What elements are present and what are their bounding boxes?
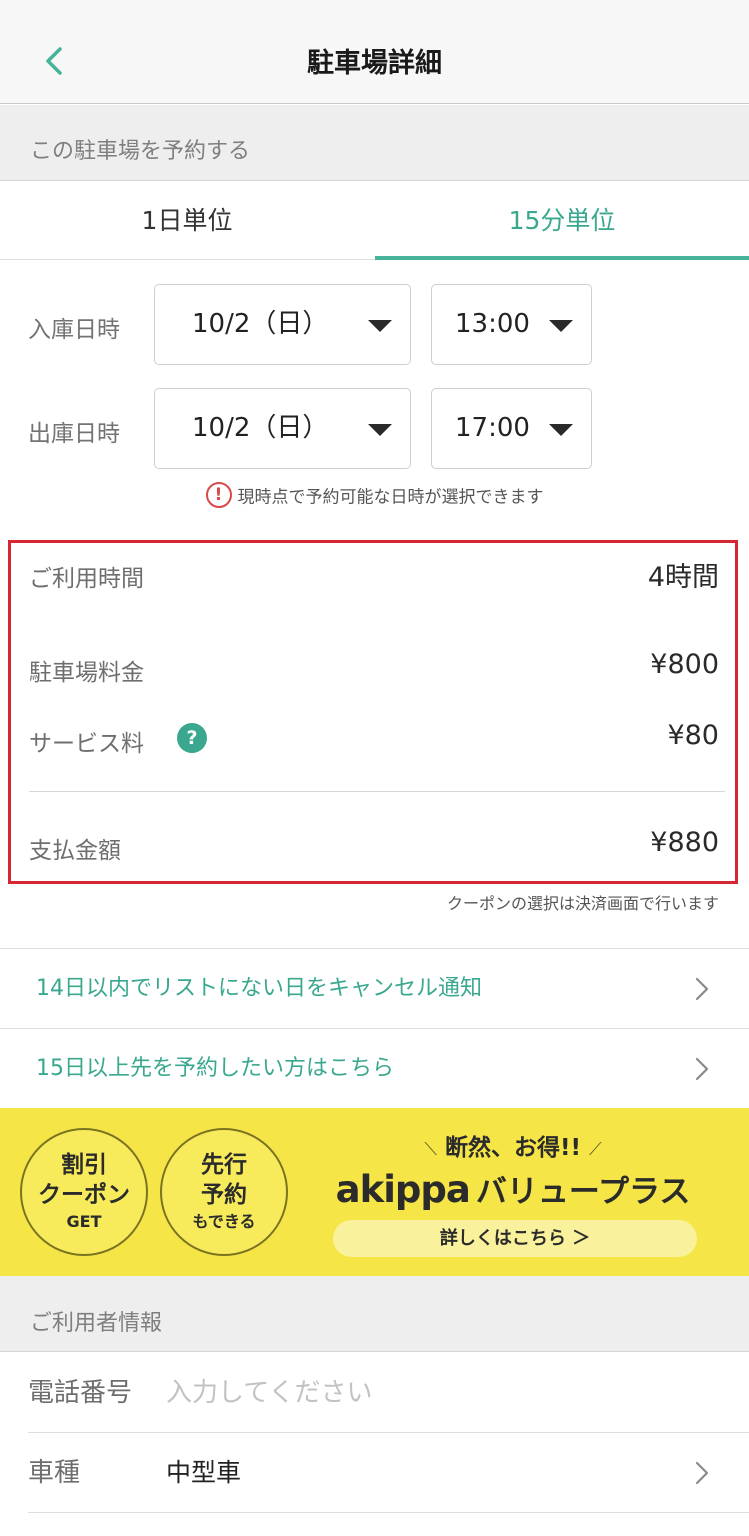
chevron-left-icon: [46, 47, 62, 75]
fee-divider: [29, 791, 725, 792]
badge-line: 先行: [201, 1152, 247, 1178]
page-title: 駐車場詳細: [307, 48, 442, 79]
tab-15min[interactable]: 15分単位: [375, 182, 749, 260]
availability-notice: ! 現時点で予約可能な日時が選択できます: [0, 482, 749, 516]
brand-logo: akippa: [335, 1168, 471, 1211]
warning-icon: !: [205, 482, 232, 508]
entry-time-select[interactable]: 13:00: [431, 284, 592, 365]
advance-reserve-link-label: 15日以上先を予約したい方はこちら: [36, 1056, 394, 1081]
sparkle-icon: ⟍: [424, 1139, 437, 1160]
phone-label: 電話番号: [28, 1378, 133, 1408]
exit-date-value: 10/2（日）: [192, 413, 329, 443]
badge-line: GET: [66, 1212, 102, 1231]
car-type-row[interactable]: 車種 中型車: [28, 1433, 749, 1513]
advance-reserve-badge: 先行 予約 もできる: [160, 1128, 288, 1256]
chevron-right-icon: [695, 977, 709, 1001]
usage-time-label: ご利用時間: [29, 566, 144, 592]
exit-time-select[interactable]: 17:00: [431, 388, 592, 469]
notice-text: 現時点で予約可能な日時が選択できます: [237, 487, 544, 508]
badge-line: クーポン: [38, 1182, 130, 1208]
caret-down-icon: [368, 424, 392, 436]
tab-daily[interactable]: 1日単位: [0, 182, 374, 260]
help-icon[interactable]: ?: [177, 723, 207, 753]
badge-line: 割引: [61, 1152, 107, 1178]
total-label: 支払金額: [29, 838, 121, 864]
entry-label: 入庫日時: [28, 317, 120, 343]
exit-time-value: 17:00: [455, 413, 530, 443]
caret-down-icon: [368, 320, 392, 332]
coupon-badge: 割引 クーポン GET: [20, 1128, 148, 1256]
entry-date-value: 10/2（日）: [192, 309, 329, 339]
banner-headline-text: 断然、お得!!: [445, 1135, 581, 1161]
user-info-section-title: ご利用者情報: [0, 1276, 749, 1352]
badge-line: もできる: [192, 1212, 256, 1231]
badge-line: 予約: [201, 1182, 247, 1208]
back-button[interactable]: [30, 38, 80, 88]
cancel-notify-link[interactable]: 14日以内でリストにない日をキャンセル通知: [0, 948, 749, 1028]
phone-row: 電話番号: [28, 1353, 749, 1433]
total-value: ¥880: [650, 827, 719, 858]
chevron-right-icon: [695, 1057, 709, 1081]
car-type-value: 中型車: [166, 1458, 242, 1487]
coupon-note: クーポンの選択は決済画面で行います: [446, 894, 719, 913]
exit-label: 出庫日時: [28, 421, 120, 447]
cancel-notify-link-label: 14日以内でリストにない日をキャンセル通知: [36, 976, 482, 1001]
sparkle-icon: ⟋: [589, 1139, 602, 1160]
unit-tabs: 1日単位 15分単位: [0, 182, 749, 260]
banner-details-button[interactable]: 詳しくはこちら ＞: [333, 1220, 697, 1257]
exit-date-select[interactable]: 10/2（日）: [154, 388, 411, 469]
header-bar: 駐車場詳細: [0, 0, 749, 104]
car-type-label: 車種: [28, 1458, 81, 1488]
active-tab-indicator: [375, 256, 749, 260]
entry-date-select[interactable]: 10/2（日）: [154, 284, 411, 365]
service-fee-value: ¥80: [667, 720, 719, 751]
phone-input[interactable]: [166, 1363, 686, 1423]
entry-time-value: 13:00: [455, 309, 530, 339]
fee-summary-box: ご利用時間 4時間 駐車場料金 ¥800 サービス料 ? ¥80 支払金額 ¥8…: [8, 540, 738, 884]
parking-fee-label: 駐車場料金: [29, 660, 144, 686]
parking-fee-value: ¥800: [650, 649, 719, 680]
caret-down-icon: [549, 424, 573, 436]
banner-headline: ⟍ 断然、お得!! ⟋: [330, 1128, 696, 1162]
plan-name: バリュープラス: [475, 1174, 691, 1210]
chevron-right-icon: [695, 1461, 709, 1485]
caret-down-icon: [549, 320, 573, 332]
banner-brand: akippa バリュープラス: [330, 1166, 696, 1211]
advance-reserve-link[interactable]: 15日以上先を予約したい方はこちら: [0, 1028, 749, 1108]
reserve-section-title: この駐車場を予約する: [0, 105, 749, 181]
service-fee-label: サービス料: [29, 731, 144, 757]
usage-time-value: 4時間: [647, 562, 719, 593]
